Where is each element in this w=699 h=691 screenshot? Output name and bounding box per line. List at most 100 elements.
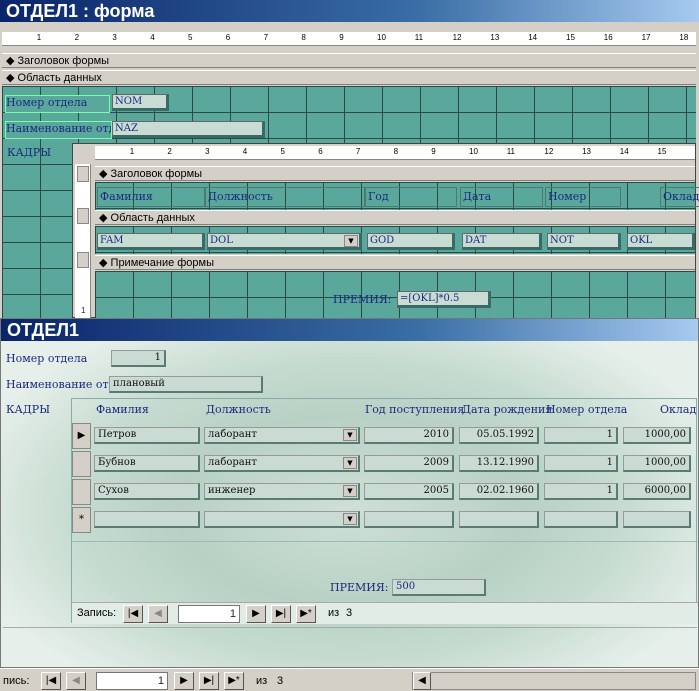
subform[interactable]: Фамилия Должность Год поступления Дата рожд…	[71, 398, 698, 624]
design-field-god[interactable]: GOD	[367, 233, 455, 250]
outer-record-number-input[interactable]: 1	[96, 672, 168, 690]
ruler-tick: 2	[167, 147, 172, 156]
current-record-indicator[interactable]: ▶	[72, 423, 91, 449]
new-record-indicator[interactable]: *	[72, 507, 91, 533]
cell-okl[interactable]: 6000,00	[623, 483, 691, 500]
design-field-okl[interactable]: OKL	[627, 233, 695, 250]
design-field-fam[interactable]: FAM	[97, 233, 205, 250]
cell-dat[interactable]: 02.02.1960	[459, 483, 539, 500]
dropdown-arrow-icon[interactable]: ▼	[344, 235, 358, 247]
design-field-not[interactable]: NOT	[547, 233, 621, 250]
subform-section-data[interactable]: ◆ Область данных	[95, 210, 695, 225]
new-record-row[interactable]: * ▼	[72, 507, 698, 533]
cell-fam[interactable]: Сухов	[94, 483, 200, 500]
field-naz[interactable]: плановый	[109, 376, 263, 393]
prev-record-icon[interactable]: ◀	[148, 605, 168, 623]
cell-god[interactable]: 2005	[364, 483, 454, 500]
cell-not[interactable]	[544, 511, 618, 528]
new-record-icon[interactable]: ▶*	[224, 672, 244, 690]
record-selector[interactable]	[72, 451, 91, 477]
label-nom[interactable]: Номер отдела	[5, 95, 110, 113]
outer-nav-label: пись:	[3, 675, 30, 687]
design-column-header[interactable]: Номер отдела	[545, 187, 621, 221]
table-row[interactable]: Сухов инженер ▼ 2005 02.02.1960 1 6000,00	[72, 479, 698, 505]
section-arrow-icon: ◆	[99, 168, 108, 180]
label-kadry[interactable]: КАДРЫ	[7, 146, 51, 159]
dropdown-arrow-icon[interactable]: ▼	[343, 513, 357, 525]
ruler-tick: 4	[242, 147, 248, 156]
design-section-header[interactable]: ◆ Заголовок формы	[2, 53, 696, 68]
dropdown-arrow-icon[interactable]: ▼	[343, 457, 357, 469]
dropdown-arrow-icon[interactable]: ▼	[343, 485, 357, 497]
nav-total: 3	[346, 607, 353, 619]
premia-value[interactable]: 500	[392, 579, 486, 596]
section-arrow-icon: ◆	[99, 257, 108, 269]
cell-dat[interactable]: 13.12.1990	[459, 455, 539, 472]
cell-okl[interactable]	[623, 511, 691, 528]
cell-okl[interactable]: 1000,00	[623, 455, 691, 472]
cell-dol[interactable]: инженер ▼	[204, 483, 360, 500]
ruler-tick: 10	[469, 147, 478, 156]
ruler-tick: 11	[414, 33, 424, 42]
outer-nav-total: 3	[277, 675, 284, 687]
label-naz[interactable]: Наименование отдел	[5, 121, 112, 139]
subform-section-header[interactable]: ◆ Заголовок формы	[95, 166, 695, 181]
column-header-row: Фамилия Должность Год поступления Дата рожд…	[72, 399, 698, 421]
design-column-header[interactable]: Должность	[205, 187, 365, 207]
design-field-dol[interactable]: DOL ▼	[207, 233, 362, 250]
cell-not[interactable]: 1	[544, 483, 618, 500]
record-number-input[interactable]: 1	[178, 605, 240, 623]
last-record-icon[interactable]: ▶|	[199, 672, 219, 690]
ruler-tick: 6	[225, 33, 231, 42]
next-record-icon[interactable]: ▶	[246, 605, 266, 623]
subform-section-footer[interactable]: ◆ Примечание формы	[95, 255, 695, 270]
cell-dol[interactable]: лаборант ▼	[204, 455, 360, 472]
new-record-icon[interactable]: ▶*	[296, 605, 316, 623]
cell-dat[interactable]	[459, 511, 539, 528]
cell-fam[interactable]	[94, 511, 200, 528]
record-selector[interactable]	[72, 479, 91, 505]
premia-label-design[interactable]: ПРЕМИЯ:	[333, 293, 391, 306]
first-record-icon[interactable]: |◀	[41, 672, 61, 690]
subform-header-row: ФамилияДолжностьГод поступленияДата рожд…	[97, 187, 699, 221]
design-ruler[interactable]: 1 2 3 4 5 6 7 8 9 10 11 12 13 14 15 16 17 18	[2, 32, 696, 46]
ruler-tick: 10	[377, 33, 386, 42]
next-record-icon[interactable]: ▶	[174, 672, 194, 690]
cell-not[interactable]: 1	[544, 427, 618, 444]
cell-fam[interactable]: Бубнов	[94, 455, 200, 472]
table-row[interactable]: ▶ Петров лаборант ▼ 2010 05.05.1992 1 1000,00	[72, 423, 698, 449]
design-column-header[interactable]: Фамилия	[97, 187, 205, 207]
first-record-icon[interactable]: |◀	[123, 605, 143, 623]
design-title: ОТДЕЛ1 : форма	[0, 0, 699, 22]
scroll-left-icon[interactable]: ◀	[413, 672, 431, 690]
horizontal-scrollbar[interactable]: ◀	[412, 672, 696, 690]
design-column-header[interactable]: Год поступления	[365, 187, 457, 221]
field-naz[interactable]: NAZ	[112, 121, 265, 138]
design-section-data[interactable]: ◆ Область данных	[2, 70, 696, 85]
column-header: Фамилия	[96, 403, 149, 416]
subform-design[interactable]: 1 2 3 4 5 6 7 8 9 10 11 12 13 14 15 1 ◆ Заголовок форм…	[72, 143, 699, 319]
cell-dol[interactable]: лаборант ▼	[204, 427, 360, 444]
ruler-tick: 13	[582, 147, 591, 156]
prev-record-icon[interactable]: ◀	[66, 672, 86, 690]
cell-not[interactable]: 1	[544, 455, 618, 472]
table-row[interactable]: Бубнов лаборант ▼ 2009 13.12.1990 1 1000,00	[72, 451, 698, 477]
subform-ruler[interactable]: 1 2 3 4 5 6 7 8 9 10 11 12 13 14 15	[95, 146, 695, 160]
premia-expression[interactable]: =[OKL]*0.5	[397, 291, 491, 308]
ruler-tick: 7	[355, 147, 361, 156]
cell-dat[interactable]: 05.05.1992	[459, 427, 539, 444]
cell-god[interactable]: 2010	[364, 427, 454, 444]
cell-dol[interactable]: ▼	[204, 511, 360, 528]
cell-god[interactable]	[364, 511, 454, 528]
cell-okl[interactable]: 1000,00	[623, 427, 691, 444]
design-column-header[interactable]: Дата рождения	[460, 187, 543, 221]
field-nom[interactable]: 1	[111, 350, 166, 367]
dropdown-arrow-icon[interactable]: ▼	[343, 429, 357, 441]
cell-fam[interactable]: Петров	[94, 427, 200, 444]
cell-god[interactable]: 2009	[364, 455, 454, 472]
design-field-dat[interactable]: DAT	[462, 233, 542, 250]
field-nom[interactable]: NOM	[112, 94, 169, 111]
ruler-tick: 15	[657, 147, 667, 156]
last-record-icon[interactable]: ▶|	[271, 605, 291, 623]
design-column-header[interactable]: Оклад	[660, 187, 699, 207]
